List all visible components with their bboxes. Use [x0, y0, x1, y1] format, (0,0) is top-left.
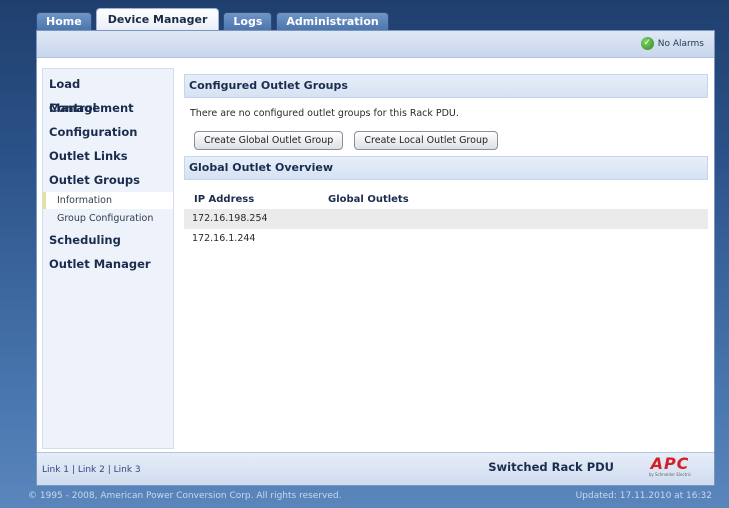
global-overview-heading: Global Outlet Overview: [184, 156, 708, 180]
sidebar-item-scheduling[interactable]: Scheduling: [43, 228, 173, 252]
tab-logs[interactable]: Logs: [223, 12, 273, 30]
footer-link-2[interactable]: Link 2: [78, 465, 105, 475]
footer-link-1[interactable]: Link 1: [42, 465, 69, 475]
sidebar-item-outlet-links[interactable]: Outlet Links: [43, 144, 173, 168]
footer-links: Link 1 | Link 2 | Link 3: [42, 465, 141, 475]
alarm-status[interactable]: ✓ No Alarms: [640, 37, 704, 50]
content-area: Load Management Control Configuration Ou…: [37, 58, 714, 453]
product-name: Switched Rack PDU: [488, 460, 614, 474]
footer-bar: Link 1 | Link 2 | Link 3 Switched Rack P…: [37, 452, 714, 485]
sidebar-item-outlet-groups[interactable]: Outlet Groups: [43, 168, 173, 192]
column-ip-address: IP Address: [194, 194, 255, 205]
no-groups-message: There are no configured outlet groups fo…: [190, 108, 459, 119]
row-ip: 172.16.198.254: [192, 213, 268, 224]
logo-text: APC: [650, 454, 690, 473]
footer-link-3[interactable]: Link 3: [114, 465, 141, 475]
alarm-text: No Alarms: [657, 38, 704, 49]
tab-device-manager[interactable]: Device Manager: [95, 8, 220, 30]
main-tabs: Home Device Manager Logs Administration: [36, 8, 393, 30]
sidebar-item-configuration[interactable]: Configuration: [43, 120, 173, 144]
tab-home[interactable]: Home: [36, 12, 92, 30]
logo-subtext: by Schneider Electric: [648, 472, 692, 477]
row-ip: 172.16.1.244: [192, 233, 256, 244]
configured-groups-heading: Configured Outlet Groups: [184, 74, 708, 98]
button-row: Create Global Outlet Group Create Local …: [184, 124, 708, 156]
check-circle-icon: ✓: [640, 37, 654, 50]
create-local-group-button[interactable]: Create Local Outlet Group: [354, 131, 498, 150]
sidebar-item-load-management[interactable]: Load Management: [43, 72, 173, 115]
table-row: 172.16.198.254: [184, 209, 708, 229]
sidebar-subitem-information[interactable]: Information: [43, 192, 173, 209]
sidebar-subitem-group-configuration[interactable]: Group Configuration: [43, 209, 173, 228]
create-global-group-button[interactable]: Create Global Outlet Group: [194, 131, 344, 150]
main-frame: ✓ No Alarms Load Management Control Conf…: [36, 30, 715, 486]
bottom-status-bar: © 1995 - 2008, American Power Conversion…: [0, 491, 729, 505]
alarm-bar: ✓ No Alarms: [37, 31, 714, 58]
sidebar: Load Management Control Configuration Ou…: [42, 68, 174, 449]
table-row: 172.16.1.244: [184, 229, 708, 249]
main-panel: Configured Outlet Groups There are no co…: [184, 74, 708, 249]
updated-timestamp: Updated: 17.11.2010 at 16:32: [575, 491, 712, 501]
column-global-outlets: Global Outlets: [328, 194, 409, 205]
table-header: IP Address Global Outlets: [184, 180, 708, 209]
apc-logo: APC by Schneider Electric: [636, 455, 704, 479]
sidebar-item-outlet-manager[interactable]: Outlet Manager: [43, 252, 173, 276]
tab-administration[interactable]: Administration: [276, 12, 389, 30]
copyright-text: © 1995 - 2008, American Power Conversion…: [28, 491, 342, 501]
